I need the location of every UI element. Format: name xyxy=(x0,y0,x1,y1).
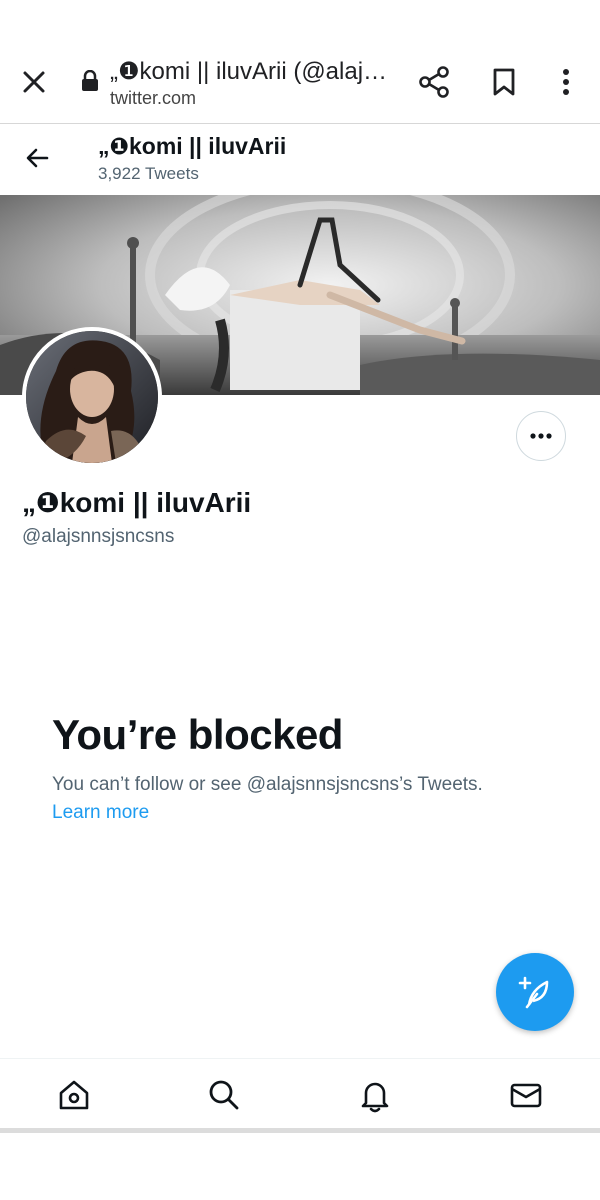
more-horizontal-icon xyxy=(530,433,552,439)
browser-menu-button[interactable] xyxy=(548,62,584,102)
search-icon xyxy=(209,1080,239,1110)
learn-more-link[interactable]: Learn more xyxy=(52,800,149,826)
system-gesture-bar xyxy=(0,1128,600,1133)
bell-icon xyxy=(361,1082,389,1113)
back-button[interactable] xyxy=(18,138,58,178)
profile-display-name: „❶komi || iluvArii xyxy=(22,487,252,518)
nav-notifications[interactable] xyxy=(353,1073,397,1117)
blocked-heading: You’re blocked xyxy=(52,711,343,758)
more-vertical-icon xyxy=(563,69,569,95)
share-button[interactable] xyxy=(414,62,454,102)
bookmark-button[interactable] xyxy=(484,62,524,102)
profile-more-button[interactable] xyxy=(516,411,566,461)
close-icon xyxy=(23,71,45,93)
header-tweet-count: 3,922 Tweets xyxy=(98,164,199,183)
nav-home[interactable] xyxy=(52,1073,96,1117)
profile-avatar[interactable] xyxy=(22,327,162,467)
profile-handle: @alajsnnsjsncsns xyxy=(22,526,175,547)
mail-icon xyxy=(510,1083,542,1108)
home-icon xyxy=(59,1080,89,1110)
back-arrow-icon xyxy=(26,148,49,168)
compose-feather-icon xyxy=(518,976,549,1009)
browser-toolbar: „❶komi || iluvArii (@alajs… twitter.com xyxy=(0,0,600,124)
share-icon xyxy=(419,66,449,98)
blocked-message: You can’t follow or see @alajsnnsjsncsns… xyxy=(52,774,483,795)
lock-icon xyxy=(80,69,100,92)
bookmark-icon xyxy=(493,68,515,96)
nav-messages[interactable] xyxy=(504,1073,548,1117)
page-url[interactable]: twitter.com xyxy=(110,88,196,108)
nav-search[interactable] xyxy=(202,1073,246,1117)
compose-tweet-button[interactable] xyxy=(496,953,574,1031)
avatar-image xyxy=(26,331,158,463)
header-display-name: „❶komi || iluvArii xyxy=(98,133,287,159)
close-tab-button[interactable] xyxy=(14,62,54,102)
page-title[interactable]: „❶komi || iluvArii (@alajs… xyxy=(110,58,395,86)
bottom-navigation xyxy=(0,1058,600,1131)
